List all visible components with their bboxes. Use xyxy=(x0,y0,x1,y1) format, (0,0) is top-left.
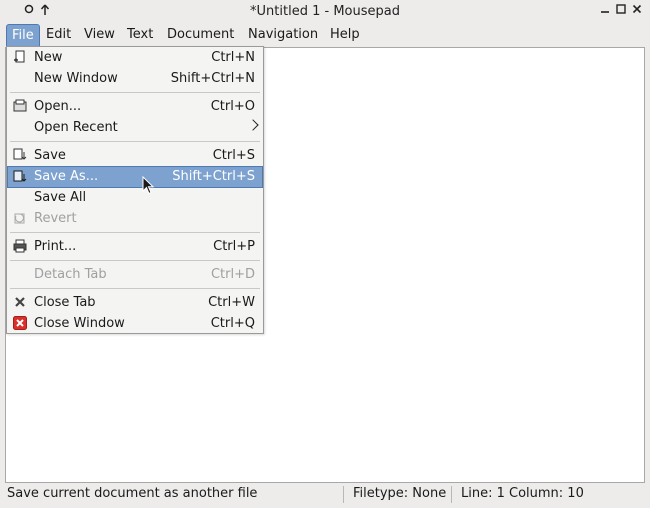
status-bar: Save current document as another file Fi… xyxy=(0,483,650,508)
open-folder-icon xyxy=(13,99,27,113)
menu-document[interactable]: Document xyxy=(162,24,239,46)
window-title: *Untitled 1 - Mousepad xyxy=(250,4,400,19)
menu-item-save[interactable]: Save Ctrl+S xyxy=(8,145,262,166)
menu-item-save-all[interactable]: Save All xyxy=(8,187,262,208)
menu-help[interactable]: Help xyxy=(325,24,365,46)
menu-item-print[interactable]: Print... Ctrl+P xyxy=(8,236,262,257)
menu-item-detach-tab: Detach Tab Ctrl+D xyxy=(34,267,255,282)
menu-item-open-recent[interactable]: Open Recent xyxy=(8,117,262,138)
revert-icon xyxy=(13,211,27,225)
file-menu-dropdown: New Ctrl+N New Window Shift+Ctrl+N Open.… xyxy=(6,46,264,334)
menu-separator xyxy=(10,141,260,142)
minimize-icon[interactable] xyxy=(598,4,612,18)
save-as-icon xyxy=(13,170,27,184)
menu-separator xyxy=(10,260,260,261)
close-icon[interactable] xyxy=(630,4,644,18)
menu-navigation[interactable]: Navigation xyxy=(243,24,323,46)
menu-item-revert: Revert xyxy=(8,208,262,229)
menu-file[interactable]: File xyxy=(6,24,40,46)
status-divider xyxy=(451,486,452,503)
menu-item-save-as[interactable]: Save As... Shift+Ctrl+S xyxy=(7,166,263,188)
menu-item-new-window[interactable]: New Window Shift+Ctrl+N xyxy=(8,68,262,89)
menu-item-close-window[interactable]: Close Window Ctrl+Q xyxy=(8,313,262,334)
mouse-pointer-icon xyxy=(142,176,155,195)
chevron-right-icon xyxy=(247,119,259,131)
menu-edit[interactable]: Edit xyxy=(41,24,76,46)
menu-separator xyxy=(10,232,260,233)
menu-separator xyxy=(10,288,260,289)
menu-bar: File Edit View Text Document Navigation … xyxy=(0,24,650,46)
new-document-icon xyxy=(13,50,27,64)
printer-icon xyxy=(13,239,27,253)
maximize-icon[interactable] xyxy=(614,4,628,18)
menu-item-new[interactable]: New Ctrl+N xyxy=(8,47,262,68)
menu-item-close-tab[interactable]: Close Tab Ctrl+W xyxy=(8,292,262,313)
menu-view[interactable]: View xyxy=(79,24,120,46)
menu-separator xyxy=(10,92,260,93)
cursor-position: Line: 1 Column: 10 xyxy=(461,486,584,501)
filetype-indicator[interactable]: Filetype: None xyxy=(353,483,446,504)
close-tab-icon xyxy=(13,295,27,309)
status-divider xyxy=(343,486,344,503)
close-window-icon xyxy=(13,316,27,330)
status-message: Save current document as another file xyxy=(7,486,258,501)
menu-text[interactable]: Text xyxy=(122,24,158,46)
menu-item-open[interactable]: Open... Ctrl+O xyxy=(8,96,262,117)
save-icon xyxy=(13,148,27,162)
title-bar: *Untitled 1 - Mousepad xyxy=(0,0,650,24)
